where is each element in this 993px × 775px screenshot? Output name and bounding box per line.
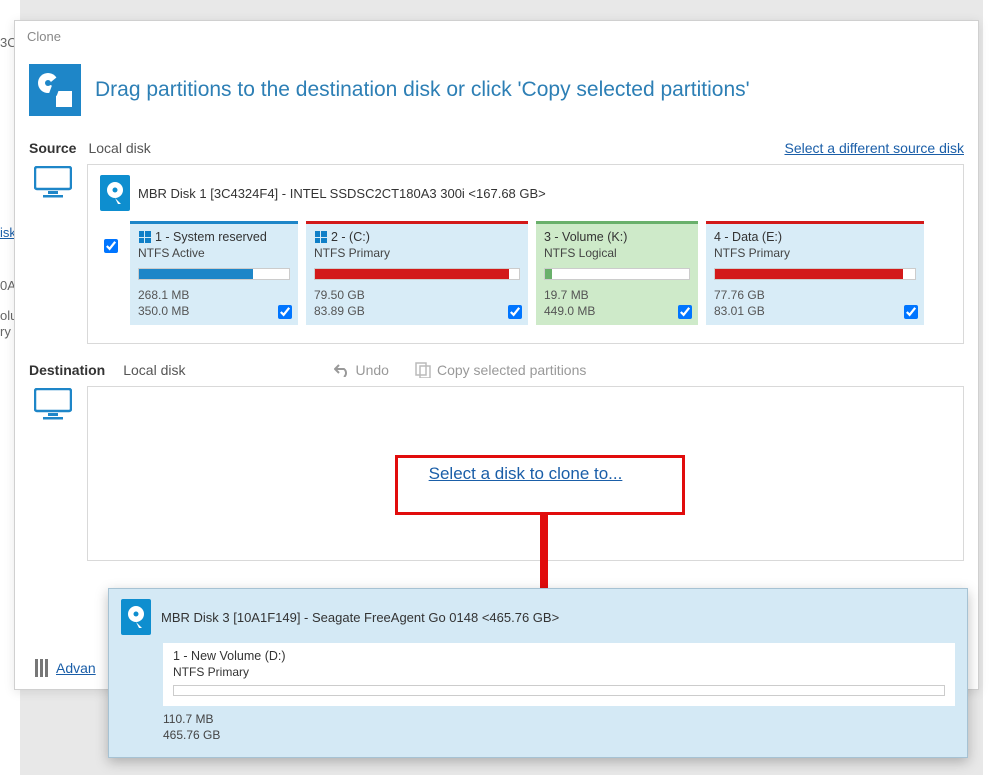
select-destination-link[interactable]: Select a disk to clone to... <box>409 456 643 492</box>
select-all-checkbox[interactable] <box>104 239 118 253</box>
destination-panel: Select a disk to clone to... <box>87 386 964 561</box>
partition-sub: NTFS Primary <box>314 246 520 260</box>
destination-label: Destination <box>29 362 105 378</box>
usage-bar <box>544 268 690 280</box>
partition-used: 268.1 MB <box>138 288 290 304</box>
windows-icon <box>138 231 151 244</box>
dest-disk-title: MBR Disk 3 [10A1F149] - Seagate FreeAgen… <box>161 610 559 625</box>
partition-checkbox[interactable] <box>904 305 918 319</box>
dest-partition-title: 1 - New Volume (D:) <box>173 649 945 663</box>
dest-total: 465.76 GB <box>163 728 955 744</box>
source-disk-title: MBR Disk 1 [3C4324F4] - INTEL SSDSC2CT18… <box>138 186 546 201</box>
monitor-icon <box>29 164 77 344</box>
advanced-link[interactable]: Advan <box>56 660 96 676</box>
partition-4[interactable]: 4 - Data (E:) NTFS Primary 77.76 GB83.01… <box>706 221 924 325</box>
hdd-icon <box>100 175 130 211</box>
partition-2[interactable]: 2 - (C:) NTFS Primary 79.50 GB83.89 GB <box>306 221 528 325</box>
partition-checkbox[interactable] <box>278 305 292 319</box>
destination-sublabel: Local disk <box>123 362 185 378</box>
partition-title: 3 - Volume (K:) <box>544 230 627 244</box>
source-disk-box: MBR Disk 1 [3C4324F4] - INTEL SSDSC2CT18… <box>87 164 964 344</box>
select-different-source-link[interactable]: Select a different source disk <box>784 140 964 156</box>
partition-title: 4 - Data (E:) <box>714 230 782 244</box>
destination-dropdown[interactable]: MBR Disk 3 [10A1F149] - Seagate FreeAgen… <box>108 588 968 758</box>
undo-label: Undo <box>356 362 389 378</box>
copy-partitions-button[interactable]: Copy selected partitions <box>415 362 586 378</box>
partition-total: 83.89 GB <box>314 304 520 320</box>
partition-used: 79.50 GB <box>314 288 520 304</box>
partition-1[interactable]: 1 - System reserved NTFS Active 268.1 MB… <box>130 221 298 325</box>
usage-bar <box>714 268 916 280</box>
partition-used: 77.76 GB <box>714 288 916 304</box>
dest-used: 110.7 MB <box>163 712 955 728</box>
dest-partition[interactable]: 1 - New Volume (D:) NTFS Primary <box>163 643 955 706</box>
partition-checkbox[interactable] <box>678 305 692 319</box>
sliders-icon <box>35 659 48 677</box>
undo-button[interactable]: Undo <box>334 362 389 378</box>
partition-total: 449.0 MB <box>544 304 690 320</box>
windows-icon <box>314 231 327 244</box>
monitor-icon <box>29 386 77 561</box>
source-label: Source <box>29 140 76 156</box>
clone-icon <box>29 64 81 116</box>
partition-title: 2 - (C:) <box>331 230 370 244</box>
partition-3[interactable]: 3 - Volume (K:) NTFS Logical 19.7 MB449.… <box>536 221 698 325</box>
undo-icon <box>334 363 350 377</box>
partition-total: 83.01 GB <box>714 304 916 320</box>
headline: Drag partitions to the destination disk … <box>95 78 750 102</box>
partition-sub: NTFS Active <box>138 246 290 260</box>
dest-partition-sub: NTFS Primary <box>173 665 945 679</box>
partition-total: 350.0 MB <box>138 304 290 320</box>
usage-bar <box>314 268 520 280</box>
partition-sub: NTFS Logical <box>544 246 690 260</box>
partition-title: 1 - System reserved <box>155 230 267 244</box>
source-sublabel: Local disk <box>88 140 150 156</box>
partition-used: 19.7 MB <box>544 288 690 304</box>
copy-label: Copy selected partitions <box>437 362 586 378</box>
usage-bar <box>173 685 945 696</box>
bg-text: ry <box>0 324 11 339</box>
partition-sub: NTFS Primary <box>714 246 916 260</box>
partition-checkbox[interactable] <box>508 305 522 319</box>
hdd-icon <box>121 599 151 635</box>
modal-title: Clone <box>15 21 978 52</box>
copy-icon <box>415 362 431 378</box>
usage-bar <box>138 268 290 280</box>
